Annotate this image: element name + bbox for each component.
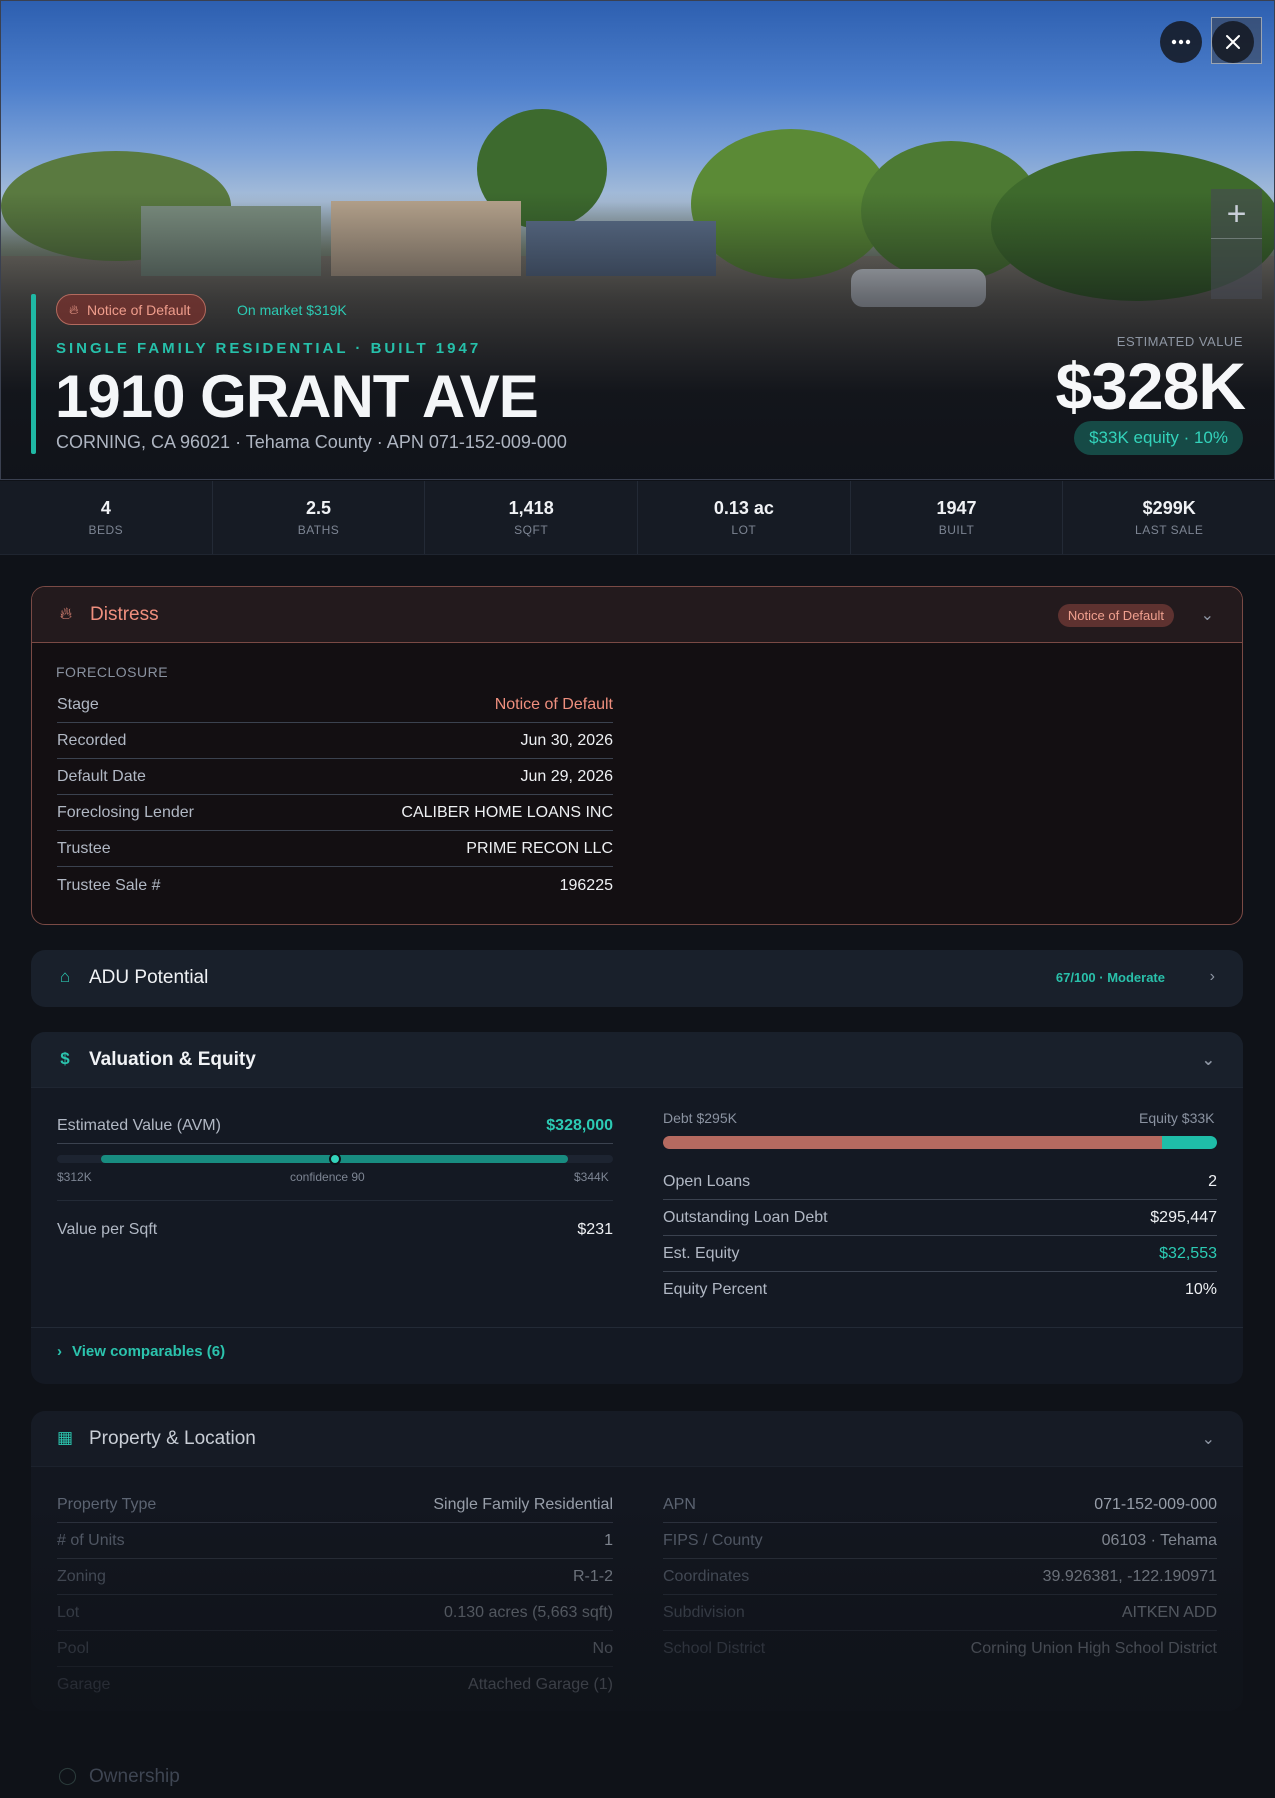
- more-options-button[interactable]: [1160, 21, 1202, 63]
- distress-row-stage: Stage Notice of Default: [57, 687, 613, 723]
- equity-label: Equity $33K: [1139, 1110, 1215, 1126]
- debt-segment: [663, 1136, 1162, 1149]
- valuation-title: Valuation & Equity: [89, 1048, 256, 1070]
- flame-icon: 🔥︎: [59, 604, 73, 623]
- distress-row-recorded: Recorded Jun 30, 2026: [57, 723, 613, 759]
- property-location-title: Property & Location: [89, 1427, 256, 1449]
- avm-confidence: confidence 90: [290, 1170, 365, 1184]
- prop-row-fips: FIPS / County 06103 · Tehama: [663, 1523, 1217, 1559]
- foreclosure-section-label: FORECLOSURE: [56, 664, 169, 680]
- valuation-header[interactable]: $ Valuation & Equity ⌄: [31, 1032, 1243, 1088]
- adu-score: 67/100 · Moderate: [1055, 970, 1165, 985]
- chevron-right-icon[interactable]: ›: [1210, 968, 1215, 986]
- chevron-down-icon[interactable]: ⌄: [1202, 1429, 1215, 1449]
- building-icon: ▦: [56, 1428, 74, 1447]
- chevron-down-icon[interactable]: ⌄: [1202, 1050, 1215, 1070]
- distress-badge: 🔥︎ Notice of Default: [56, 294, 206, 325]
- distress-row-lender: Foreclosing Lender CALIBER HOME LOANS INC: [57, 795, 613, 831]
- stat-baths: 2.5 BATHS: [213, 481, 426, 554]
- plus-icon: +: [1226, 195, 1247, 233]
- more-horizontal-icon: [1171, 39, 1191, 45]
- prop-row-garage: Garage Attached Garage (1): [57, 1676, 613, 1693]
- zoom-in-button[interactable]: +: [1211, 191, 1262, 239]
- close-button[interactable]: [1212, 21, 1254, 63]
- prop-row-apn: APN 071-152-009-000: [663, 1487, 1217, 1523]
- stat-last-sale: $299K LAST SALE: [1135, 498, 1204, 537]
- stat-built: 1947 BUILT: [851, 481, 1064, 554]
- distress-row-trustee-sale: Trustee Sale #196225: [57, 877, 613, 894]
- debt-label: Debt $295K: [663, 1110, 737, 1126]
- distress-status-pill: Notice of Default: [1057, 604, 1174, 627]
- prop-row-school-district: School District Corning Union High School…: [663, 1640, 1217, 1657]
- estimated-value-label: ESTIMATED VALUE: [1116, 334, 1243, 349]
- flame-icon: 🔥︎: [69, 302, 79, 317]
- property-location-header[interactable]: ▦ Property & Location ⌄: [31, 1411, 1243, 1467]
- equity-segment: [1161, 1136, 1217, 1149]
- key-stats-bar: 4 BEDS 2.5 BATHS 1,418 SQFT 0.13 ac LOT …: [0, 481, 1275, 555]
- avm-high: $344K: [574, 1170, 609, 1184]
- view-comparables-link[interactable]: › View comparables (6): [57, 1343, 225, 1360]
- adu-title: ADU Potential: [89, 967, 209, 988]
- stat-beds: 4 BEDS: [0, 481, 213, 554]
- hero-accent-bar: [31, 294, 36, 454]
- property-address: 1910 GRANT AVE: [55, 363, 539, 430]
- avm-marker: [329, 1153, 341, 1165]
- prop-row-lot: Lot 0.130 acres (5,663 sqft): [57, 1595, 613, 1631]
- prop-row-coordinates: Coordinates 39.926381, -122.190971: [663, 1559, 1217, 1595]
- home-icon: ⌂: [59, 967, 71, 986]
- adu-card[interactable]: ⌂ ADU Potential 67/100 · Moderate ›: [31, 950, 1243, 1007]
- distress-header[interactable]: 🔥︎ Distress Notice of Default ⌄: [32, 587, 1242, 643]
- dollar-icon: $: [60, 1049, 70, 1068]
- avm-row: Estimated Value (AVM) $328,000: [57, 1108, 613, 1144]
- close-icon: [1226, 35, 1240, 49]
- ownership-title[interactable]: Ownership: [89, 1766, 180, 1788]
- prop-row-zoning: Zoning R-1-2: [57, 1559, 613, 1595]
- stat-sqft: 1,418 SQFT: [425, 481, 639, 554]
- est-equity-row: Est. Equity $32,553: [663, 1236, 1217, 1272]
- value-per-sqft-row: Value per Sqft $231: [57, 1221, 613, 1238]
- market-badge: On market $319K: [237, 302, 347, 318]
- property-kicker: SINGLE FAMILY RESIDENTIAL · BUILT 1947: [56, 340, 482, 357]
- chevron-down-icon[interactable]: ⌄: [1201, 605, 1214, 625]
- property-location-line: CORNING, CA 96021 · Tehama County · APN …: [56, 432, 567, 452]
- debt-equity-bar: [663, 1136, 1217, 1149]
- chevron-right-icon: ›: [57, 1343, 62, 1360]
- prop-row-units: # of Units 1: [57, 1523, 613, 1559]
- prop-row-type: Property Type Single Family Residential: [57, 1487, 613, 1523]
- equity-pill: $33K equity · 10%: [1074, 421, 1243, 455]
- open-loans-row: Open Loans 2: [663, 1164, 1217, 1200]
- adu-header[interactable]: ⌂ ADU Potential 67/100 · Moderate ›: [31, 950, 1243, 1006]
- distress-title: Distress: [90, 603, 159, 625]
- avm-range-bar: [57, 1153, 613, 1165]
- prop-row-subdivision: Subdivision AITKEN ADD: [663, 1595, 1217, 1631]
- distress-row-default-date: Default Date Jun 29, 2026: [57, 759, 613, 795]
- loan-debt-row: Outstanding Loan Debt $295,447: [663, 1200, 1217, 1236]
- stat-lot: 0.13 ac LOT: [638, 481, 851, 554]
- equity-percent-row: Equity Percent 10%: [663, 1281, 1217, 1298]
- user-icon: ◯: [58, 1766, 78, 1785]
- distress-row-trustee: Trustee PRIME RECON LLC: [57, 831, 613, 867]
- estimated-value: $328K: [1055, 349, 1246, 423]
- avm-low: $312K: [57, 1170, 92, 1184]
- prop-row-pool: Pool No: [57, 1631, 613, 1667]
